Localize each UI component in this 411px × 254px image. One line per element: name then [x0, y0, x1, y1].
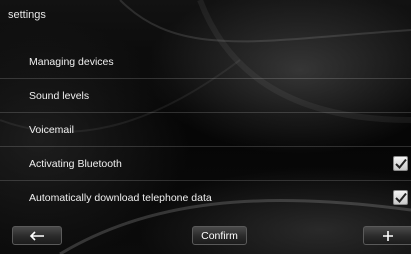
menu-item-label: Automatically download telephone data — [29, 192, 212, 204]
bluetooth-checkbox[interactable] — [393, 156, 408, 171]
back-button[interactable] — [12, 226, 62, 245]
confirm-button-label: Confirm — [201, 229, 238, 242]
menu-item-managing-devices[interactable]: Managing devices — [0, 45, 411, 79]
menu-item-label: Sound levels — [29, 90, 90, 102]
menu-item-auto-download-telephone-data[interactable]: Automatically download telephone data — [0, 181, 411, 214]
settings-menu: Managing devices Sound levels Voicemail … — [0, 45, 411, 214]
menu-item-label: Activating Bluetooth — [29, 158, 122, 170]
header-bar: settings — [0, 0, 411, 30]
menu-item-sound-levels[interactable]: Sound levels — [0, 79, 411, 113]
settings-screen: settings Managing devices Sound levels V… — [0, 0, 411, 254]
page-title: settings — [8, 9, 46, 21]
plus-icon — [382, 230, 393, 241]
menu-item-label: Voicemail — [29, 124, 74, 136]
menu-item-voicemail[interactable]: Voicemail — [0, 113, 411, 147]
menu-item-label: Managing devices — [29, 56, 114, 68]
auto-download-checkbox[interactable] — [393, 190, 408, 205]
checkmark-icon — [395, 192, 407, 203]
arrow-left-icon — [29, 230, 44, 241]
checkmark-icon — [395, 158, 407, 169]
confirm-button[interactable]: Confirm — [192, 226, 247, 245]
menu-item-activating-bluetooth[interactable]: Activating Bluetooth — [0, 147, 411, 181]
footer-bar: Confirm — [0, 222, 411, 254]
add-button[interactable] — [363, 226, 411, 245]
